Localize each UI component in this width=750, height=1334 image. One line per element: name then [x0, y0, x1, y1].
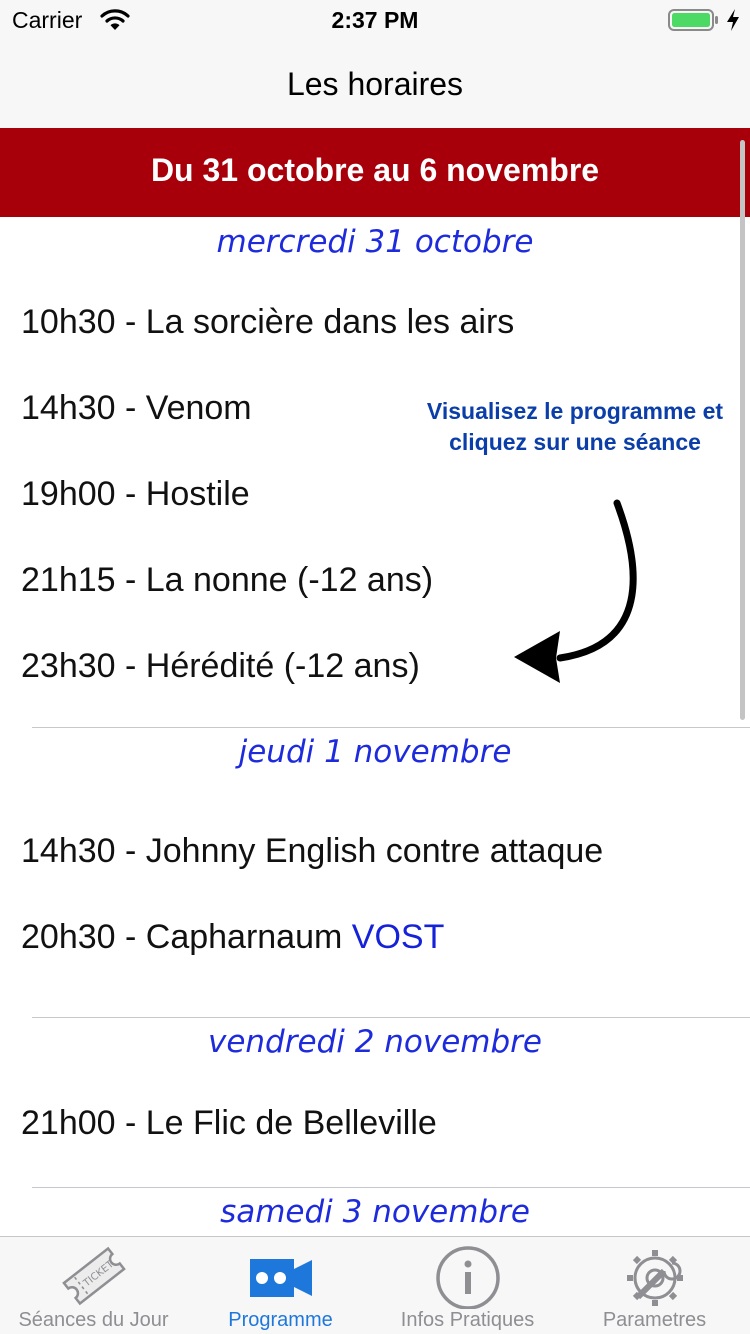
session-row[interactable]: 20h30 - Capharnaum VOST	[21, 918, 444, 957]
week-banner: Du 31 octobre au 6 novembre	[0, 128, 750, 217]
session-row[interactable]: 21h15 - La nonne (-12 ans)	[21, 561, 433, 600]
clock: 2:37 PM	[331, 7, 419, 33]
session-row[interactable]: 10h30 - La sorcière dans les airs	[21, 303, 514, 342]
section-divider	[32, 727, 750, 728]
day-header: samedi 3 novembre	[220, 1194, 530, 1230]
curved-arrow-icon	[514, 499, 637, 683]
tab-programme[interactable]: Programme	[187, 1237, 374, 1334]
day-header: mercredi 31 octobre	[216, 224, 534, 260]
week-banner-text: Du 31 octobre au 6 novembre	[150, 152, 600, 188]
tab-infos-pratiques[interactable]: Infos Pratiques	[374, 1237, 561, 1334]
day-header: jeudi 1 novembre	[238, 734, 512, 770]
tutorial-hint: Visualisez le programme et cliquez sur u…	[426, 398, 724, 455]
session-row[interactable]: 21h00 - Le Flic de Belleville	[21, 1104, 437, 1143]
tab-seances-du-jour[interactable]: TICKET Séances du Jour	[0, 1237, 187, 1334]
tab-label: Parametres	[602, 1309, 707, 1331]
session-row[interactable]: 23h30 - Hérédité (-12 ans)	[21, 647, 420, 686]
video-camera-icon	[187, 1243, 374, 1313]
session-row[interactable]: 19h00 - Hostile	[21, 475, 250, 514]
session-row[interactable]: 14h30 - Venom	[21, 389, 252, 428]
section-divider	[32, 1017, 750, 1018]
battery-icon	[668, 9, 718, 31]
page-title: Les horaires	[286, 66, 464, 102]
info-icon	[374, 1243, 561, 1313]
charging-bolt-icon	[727, 9, 739, 31]
section-divider	[32, 1187, 750, 1188]
day-header: vendredi 2 novembre	[207, 1024, 542, 1060]
session-row[interactable]: 14h30 - Johnny English contre attaque	[21, 832, 603, 871]
tab-bar: TICKET Séances du Jour Programme Infos P…	[0, 1236, 750, 1334]
gear-wrench-icon	[561, 1243, 748, 1313]
vost-badge: VOST	[351, 918, 445, 956]
navigation-bar: Les horaires	[0, 40, 750, 128]
status-bar: Carrier 2:37 PM	[0, 0, 750, 40]
ticket-icon: TICKET	[0, 1243, 187, 1313]
tab-parametres[interactable]: Parametres	[561, 1237, 748, 1334]
session-text: 20h30 - Capharnaum	[21, 918, 352, 956]
